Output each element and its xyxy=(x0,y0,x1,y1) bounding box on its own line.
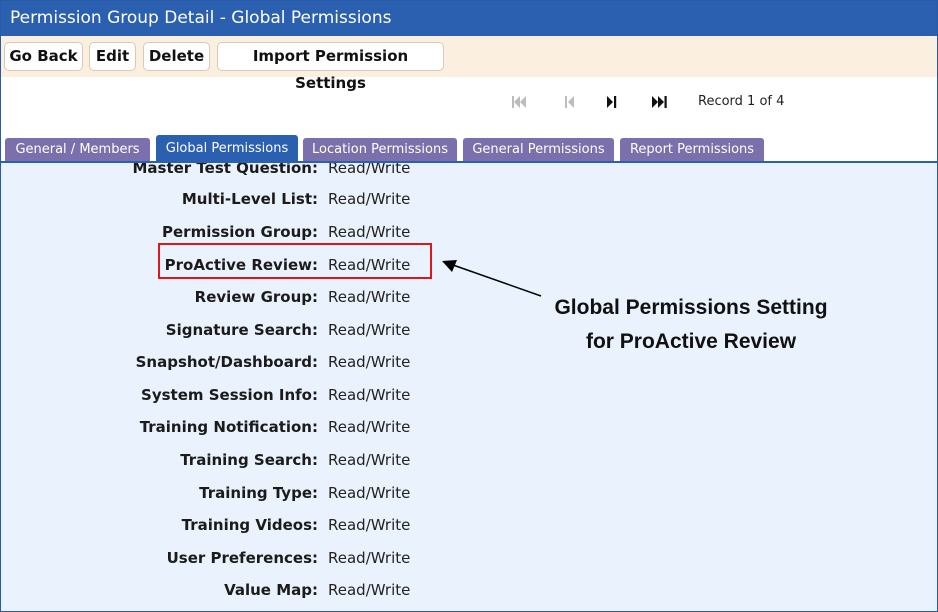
annotation-callout: Global Permissions Setting for ProActive… xyxy=(521,291,861,359)
permission-label: Review Group: xyxy=(194,288,318,306)
permission-value: Read/Write xyxy=(328,484,411,502)
highlight-box xyxy=(158,243,432,279)
permission-row: Value Map: Read/Write xyxy=(1,579,601,601)
delete-button[interactable]: Delete xyxy=(143,42,210,71)
permission-row: System Session Info: Read/Write xyxy=(1,384,601,406)
permission-value: Read/Write xyxy=(328,353,411,371)
permission-label: Master Test Question: xyxy=(132,161,318,177)
permission-value: Read/Write xyxy=(328,581,411,599)
permission-value: Read/Write xyxy=(328,288,411,306)
permission-label: User Preferences: xyxy=(166,549,318,567)
permission-row: Snapshot/Dashboard: Read/Write xyxy=(1,351,601,373)
permission-row: Training Type: Read/Write xyxy=(1,482,601,504)
import-permission-settings-button[interactable]: Import Permission Settings xyxy=(217,42,444,92)
permission-value: Read/Write xyxy=(328,549,411,567)
permission-label: Training Search: xyxy=(180,451,318,469)
next-page-icon[interactable] xyxy=(603,93,621,111)
permission-row: Permission Group: Read/Write xyxy=(1,221,601,243)
permission-row: Training Videos: Read/Write xyxy=(1,514,601,536)
permission-row: Signature Search: Read/Write xyxy=(1,319,601,341)
go-back-button[interactable]: Go Back xyxy=(4,42,83,71)
permission-label: Signature Search: xyxy=(165,321,318,339)
permission-label: Training Videos: xyxy=(181,516,318,534)
permission-label: Snapshot/Dashboard: xyxy=(135,353,318,371)
permission-label: Value Map: xyxy=(224,581,318,599)
permissions-panel: Master Test Question: Read/Write Multi-L… xyxy=(1,161,937,611)
permission-value: Read/Write xyxy=(328,516,411,534)
app-window: Permission Group Detail - Global Permiss… xyxy=(0,0,938,612)
previous-page-icon[interactable] xyxy=(560,93,578,111)
tab-location-permissions[interactable]: Location Permissions xyxy=(303,138,457,161)
permission-value: Read/Write xyxy=(328,386,411,404)
permission-row: User Preferences: Read/Write xyxy=(1,547,601,569)
permission-value: Read/Write xyxy=(328,190,411,208)
permission-row: Multi-Level List: Read/Write xyxy=(1,188,601,210)
tab-general-members[interactable]: General / Members xyxy=(5,138,150,161)
permission-value: Read/Write xyxy=(328,418,411,436)
permission-row: Master Test Question: Read/Write xyxy=(1,161,601,179)
permission-label: Multi-Level List: xyxy=(181,190,318,208)
toolbar: Go Back Edit Delete Import Permission Se… xyxy=(1,36,937,92)
permission-label: Permission Group: xyxy=(162,223,318,241)
permission-row: Training Notification: Read/Write xyxy=(1,416,601,438)
permission-label: System Session Info: xyxy=(141,386,318,404)
window-title: Permission Group Detail - Global Permiss… xyxy=(1,1,937,36)
tab-strip: General / Members Global Permissions Loc… xyxy=(1,135,937,161)
tab-general-permissions[interactable]: General Permissions xyxy=(463,138,614,161)
last-page-icon[interactable] xyxy=(651,93,669,111)
record-counter: Record 1 of 4 xyxy=(698,94,785,109)
edit-button[interactable]: Edit xyxy=(89,42,136,71)
permission-value: Read/Write xyxy=(328,321,411,339)
permission-value: Read/Write xyxy=(328,161,411,177)
tab-report-permissions[interactable]: Report Permissions xyxy=(620,138,764,161)
permission-row: Training Search: Read/Write xyxy=(1,449,601,471)
first-page-icon[interactable] xyxy=(510,93,528,111)
annotation-line-2: for ProActive Review xyxy=(585,330,797,353)
permission-label: Training Notification: xyxy=(139,418,318,436)
permission-value: Read/Write xyxy=(328,451,411,469)
permission-label: Training Type: xyxy=(199,484,318,502)
tab-global-permissions[interactable]: Global Permissions xyxy=(156,135,298,161)
permission-row: Review Group: Read/Write xyxy=(1,286,601,308)
permission-value: Read/Write xyxy=(328,223,411,241)
annotation-line-1: Global Permissions Setting xyxy=(554,296,828,319)
